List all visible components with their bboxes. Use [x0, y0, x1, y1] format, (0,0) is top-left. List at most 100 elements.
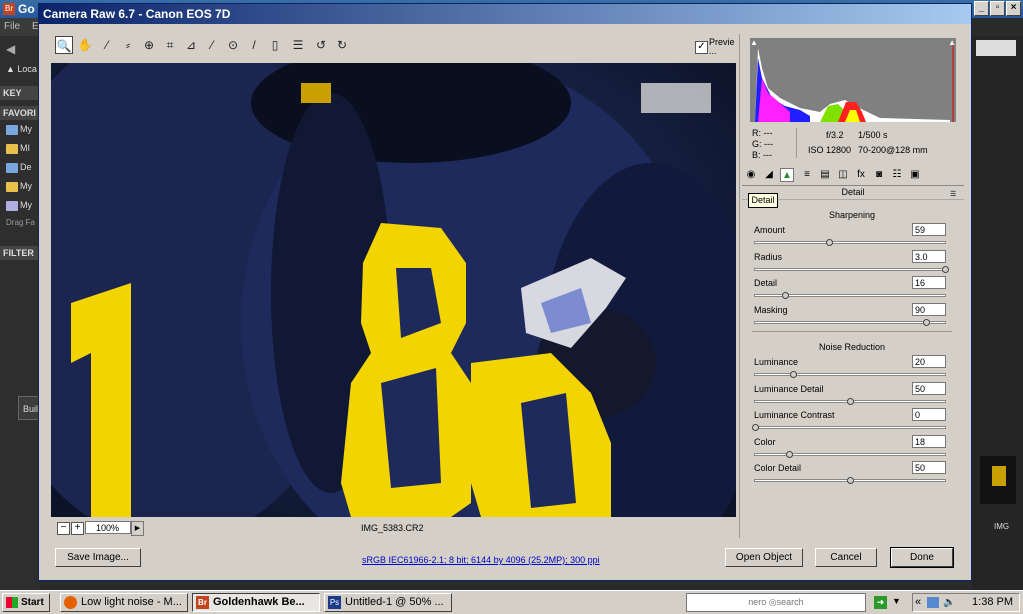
slider-thumb[interactable]: [786, 450, 794, 458]
slider-thumb[interactable]: [923, 318, 930, 326]
build-button[interactable]: Buil: [18, 396, 40, 420]
detail-tab-icon[interactable]: ▲: [780, 168, 794, 182]
cancel-button[interactable]: Cancel: [815, 548, 877, 567]
crop-icon[interactable]: ⌗: [161, 36, 179, 54]
taskbar-item-photoshop[interactable]: Ps Untitled-1 @ 50% ...: [324, 593, 452, 612]
slider-value-field[interactable]: 59: [912, 223, 946, 236]
snapshots-tab-icon[interactable]: ▣: [908, 168, 922, 182]
zoom-icon[interactable]: 🔍: [55, 36, 73, 54]
network-icon[interactable]: [927, 597, 939, 608]
save-image-button[interactable]: Save Image...: [55, 548, 141, 567]
favorite-item[interactable]: De: [6, 162, 40, 178]
g-label: G: ---: [752, 139, 774, 149]
slider-thumb[interactable]: [790, 371, 797, 378]
highlight-clipping-icon[interactable]: ▲: [948, 38, 956, 47]
shadow-clipping-icon[interactable]: ▲: [750, 38, 758, 47]
iso: ISO 12800: [808, 145, 852, 155]
preview-checkbox[interactable]: ✓: [695, 41, 708, 54]
favorite-item[interactable]: MI: [6, 143, 40, 159]
straighten-icon[interactable]: ⊿: [182, 36, 200, 54]
open-object-button[interactable]: Open Object: [725, 548, 803, 567]
rgb-readout: R: --- G: --- B: --- f/3.2 1/500 s ISO 1…: [750, 128, 956, 160]
thumbnail[interactable]: [980, 456, 1016, 504]
tool-bar: 🔍 ✋ ⁄ ⸗ ⊕ ⌗ ⊿ ⁄ ⊙ / ▯ ☰ ↺ ↻: [49, 36, 739, 58]
image-preview[interactable]: [51, 63, 736, 517]
restore-icon[interactable]: ▫: [990, 1, 1005, 16]
zoom-dropdown-icon[interactable]: ▶: [131, 521, 144, 536]
workflow-options-link[interactable]: sRGB IEC61966-2.1; 8 bit; 6144 by 4096 (…: [362, 555, 600, 565]
back-arrow-icon[interactable]: ◀: [6, 42, 15, 56]
slider-track[interactable]: [754, 477, 946, 484]
hand-icon[interactable]: ✋: [76, 36, 94, 54]
favorite-item[interactable]: My: [6, 124, 40, 140]
slider-value-field[interactable]: 18: [912, 434, 946, 448]
slider-thumb[interactable]: [782, 292, 790, 299]
split-toning-tab-icon[interactable]: ▤: [818, 168, 832, 182]
basic-tab-icon[interactable]: ◉: [744, 168, 758, 182]
zoom-level-field[interactable]: 100%: [85, 521, 131, 534]
favorites-panel-header[interactable]: FAVORI: [0, 106, 40, 120]
close-icon[interactable]: ×: [1006, 1, 1021, 16]
red-eye-icon[interactable]: ⊙: [224, 36, 242, 54]
slider-value-field[interactable]: 20: [912, 355, 946, 368]
slider-track[interactable]: [752, 424, 946, 431]
taskbar-item-firefox[interactable]: Low light noise - M...: [60, 593, 188, 612]
slider-value-field[interactable]: 50: [912, 381, 946, 395]
slider-track[interactable]: [754, 265, 949, 273]
filename-label: IMG_5383.CR2: [361, 523, 424, 533]
zoom-in-button[interactable]: +: [71, 522, 84, 535]
favorite-item[interactable]: My: [6, 181, 40, 197]
slider-value-field[interactable]: 0: [912, 408, 946, 421]
target-adjust-icon[interactable]: ⊕: [140, 36, 158, 54]
dropdown-icon[interactable]: ▼: [892, 596, 901, 606]
slider-value-field[interactable]: 90: [912, 302, 946, 316]
white-balance-icon[interactable]: ⁄: [98, 36, 116, 54]
slider-thumb[interactable]: [752, 424, 759, 431]
lens: 70-200@128 mm: [858, 145, 928, 155]
adjustment-brush-icon[interactable]: /: [245, 36, 263, 54]
graduated-filter-icon[interactable]: ▯: [266, 36, 284, 54]
firefox-icon: [64, 596, 77, 609]
slider-track[interactable]: [754, 371, 946, 378]
tray-expand-icon[interactable]: «: [915, 596, 921, 608]
slider-thumb[interactable]: [847, 477, 854, 484]
volume-icon[interactable]: 🔈: [943, 597, 955, 608]
menu-file[interactable]: File: [4, 21, 20, 32]
slider-thumb[interactable]: [847, 397, 854, 405]
start-button[interactable]: Start: [2, 593, 50, 612]
slider-value-field[interactable]: 50: [912, 461, 946, 474]
tone-curve-tab-icon[interactable]: ◢: [762, 168, 776, 182]
panel-menu-icon[interactable]: ☰: [950, 190, 956, 198]
rotate-ccw-icon[interactable]: ↺: [312, 36, 330, 54]
rotate-cw-icon[interactable]: ↻: [333, 36, 351, 54]
presets-tab-icon[interactable]: ☷: [890, 168, 904, 182]
done-button[interactable]: Done: [890, 547, 954, 568]
filter-panel-header[interactable]: FILTER: [0, 246, 40, 260]
slider-thumb[interactable]: [826, 239, 834, 246]
color-sampler-icon[interactable]: ⸗: [119, 36, 137, 54]
camera-calibration-tab-icon[interactable]: ◙: [872, 168, 886, 182]
minimize-icon[interactable]: _: [974, 1, 989, 16]
nero-search-box[interactable]: nero ◎search: [686, 593, 866, 612]
slider-track[interactable]: [754, 397, 946, 405]
bridge-search-field[interactable]: [976, 40, 1016, 56]
slider-track[interactable]: [754, 239, 946, 246]
slider-track[interactable]: [754, 292, 946, 299]
slider-value-field[interactable]: 16: [912, 276, 946, 289]
zoom-out-button[interactable]: −: [57, 522, 70, 535]
effects-tab-icon[interactable]: fx: [854, 168, 868, 182]
preferences-icon[interactable]: ☰: [289, 36, 307, 54]
favorite-item[interactable]: My: [6, 200, 40, 216]
slider-value-field[interactable]: 3.0: [912, 249, 946, 263]
keywords-panel-header[interactable]: KEY: [0, 86, 40, 100]
hsl-tab-icon[interactable]: ≡: [800, 168, 814, 182]
slider-track[interactable]: [754, 318, 946, 326]
noise-reduction-title: Noise Reduction: [818, 342, 886, 352]
slider-track[interactable]: [754, 450, 946, 458]
go-arrow-icon[interactable]: ➜: [874, 596, 887, 609]
taskbar-item-bridge[interactable]: Br Goldenhawk Be...: [192, 593, 320, 612]
spot-removal-icon[interactable]: ⁄: [203, 36, 221, 54]
slider-thumb[interactable]: [942, 265, 949, 273]
desktop-icon: [6, 162, 18, 173]
lens-corrections-tab-icon[interactable]: ◫: [836, 168, 850, 182]
